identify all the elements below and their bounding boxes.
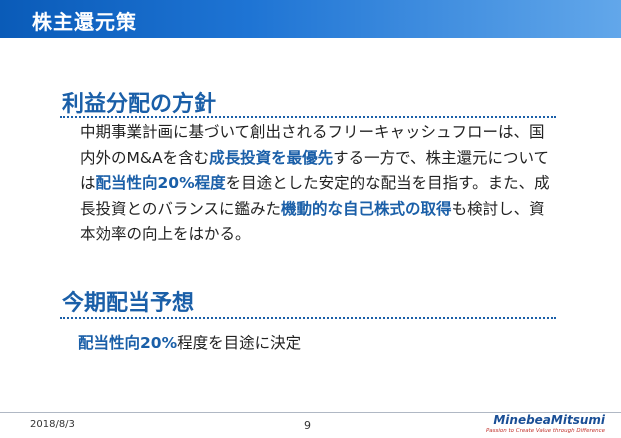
section-divider: [60, 317, 556, 319]
highlight-growth-investment: 成長投資を最優先: [209, 148, 334, 167]
dividend-forecast-text: 配当性向20%程度を目途に決定: [78, 331, 301, 353]
dividend-forecast-rest: 程度を目途に決定: [177, 334, 302, 352]
slide-title: 株主還元策: [32, 10, 137, 34]
policy-paragraph: 中期事業計画に基づいて創出されるフリーキャッシュフローは、国内外のM&Aを含む成…: [80, 120, 550, 248]
section-heading-forecast: 今期配当予想: [62, 291, 195, 316]
page-number: 9: [304, 419, 311, 432]
logo-wordmark: MinebeaMitsumi: [493, 413, 605, 427]
section-divider: [60, 116, 556, 118]
company-logo: MinebeaMitsumi Passion to Create Value t…: [486, 413, 605, 437]
highlight-share-buyback: 機動的な自己株式の取得: [281, 199, 452, 218]
section-heading-policy: 利益分配の方針: [62, 92, 217, 117]
title-bar: 株主還元策: [0, 0, 621, 38]
highlight-payout-ratio: 配当性向20%: [78, 334, 178, 352]
logo-tagline: Passion to Create Value through Differen…: [485, 428, 605, 434]
footer-date: 2018/8/3: [30, 419, 75, 430]
highlight-payout-ratio: 配当性向20%程度: [95, 174, 226, 192]
